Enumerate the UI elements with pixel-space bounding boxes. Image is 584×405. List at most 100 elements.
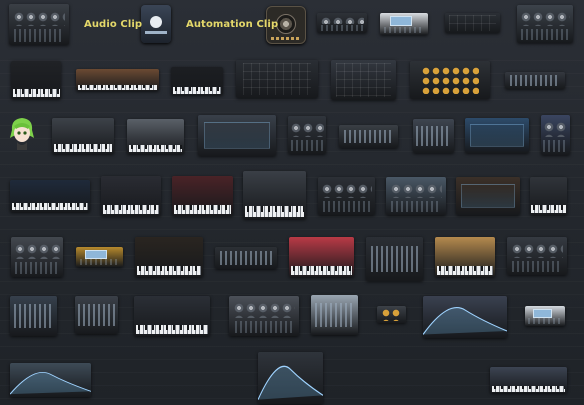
- thumb-detail: [416, 125, 451, 147]
- thumb-detail: [390, 200, 442, 212]
- thumb-detail: [258, 352, 323, 404]
- thumb-detail: [322, 200, 371, 212]
- plugin-thumb-04[interactable]: [445, 13, 500, 33]
- thumb-detail: [461, 183, 515, 209]
- plugin-thumb-32[interactable]: [215, 247, 277, 269]
- thumb-detail: [543, 139, 568, 152]
- plugin-thumb-06[interactable]: [11, 61, 61, 99]
- thumb-detail: [13, 304, 54, 328]
- thumb-detail: [244, 206, 305, 217]
- thumb-detail: [128, 144, 183, 153]
- thumb-detail: [528, 318, 562, 325]
- thumb-detail: [381, 308, 402, 321]
- plugin-thumb-21[interactable]: [10, 180, 90, 212]
- thumb-detail: [219, 251, 273, 265]
- thumb-detail: [78, 303, 115, 327]
- plugin-thumb-18[interactable]: [413, 119, 454, 153]
- plugin-picker-overlay: Audio Clip Automation Clip: [0, 0, 584, 405]
- plugin-thumb-42[interactable]: [377, 306, 406, 323]
- plugin-thumb-37[interactable]: [10, 296, 57, 336]
- plugin-thumb-40[interactable]: [229, 296, 299, 336]
- thumb-detail: [79, 259, 120, 266]
- thumb-detail: [14, 243, 60, 259]
- thumb-detail: [520, 11, 570, 26]
- plugin-thumb-20[interactable]: [541, 115, 570, 155]
- plugin-thumb-28[interactable]: [530, 177, 567, 215]
- plugin-thumb-25[interactable]: [318, 177, 375, 215]
- thumb-detail: [13, 29, 65, 42]
- plugin-thumb-15[interactable]: [198, 115, 276, 156]
- thumb-detail: [12, 10, 66, 27]
- thumb-detail: [510, 243, 564, 258]
- plugin-thumb-05[interactable]: [517, 5, 573, 43]
- thumb-detail: [509, 75, 561, 86]
- audio-clip-label[interactable]: Audio Clip: [84, 19, 142, 30]
- plugin-thumb-31[interactable]: [135, 237, 203, 277]
- plugin-thumb-47[interactable]: [490, 367, 567, 393]
- thumb-detail: [290, 266, 353, 275]
- plugin-thumb-26[interactable]: [386, 177, 446, 215]
- plugin-thumb-09[interactable]: [236, 60, 318, 98]
- plugin-thumb-17[interactable]: [339, 125, 398, 148]
- plugin-thumb-01[interactable]: [9, 4, 69, 45]
- plugin-thumb-19[interactable]: [465, 118, 529, 153]
- thumb-detail: [343, 129, 394, 144]
- thumb-detail: [389, 183, 443, 198]
- plugin-thumb-34[interactable]: [366, 237, 423, 281]
- plugin-thumb-22[interactable]: [101, 176, 161, 216]
- thumb-detail: [233, 302, 295, 318]
- plugin-thumb-23[interactable]: [172, 176, 233, 216]
- plugin-thumb-27[interactable]: [456, 177, 520, 215]
- plugin-thumb-35[interactable]: [435, 237, 495, 277]
- thumb-detail: [370, 245, 419, 273]
- thumb-detail: [421, 66, 479, 94]
- plugin-thumb-16[interactable]: [288, 116, 326, 154]
- thumb-detail: [136, 325, 209, 334]
- plugin-thumb-46[interactable]: [258, 352, 323, 404]
- thumb-detail: [314, 303, 355, 327]
- plugin-thumb-30[interactable]: [76, 247, 123, 267]
- mascot-character-icon[interactable]: [8, 116, 36, 150]
- thumb-detail: [290, 122, 324, 137]
- plugin-thumb-11[interactable]: [410, 61, 490, 99]
- thumb-detail: [336, 63, 391, 97]
- thumb-detail: [78, 85, 157, 90]
- thumb-detail: [234, 320, 294, 333]
- thumb-detail: [204, 122, 270, 149]
- thumb-detail: [436, 266, 494, 275]
- plugin-thumb-33[interactable]: [289, 237, 354, 277]
- plugin-thumb-10[interactable]: [331, 60, 396, 100]
- plugin-thumb-13[interactable]: [52, 118, 114, 154]
- plugin-thumb-08[interactable]: [171, 67, 223, 95]
- plugin-thumb-02[interactable]: [317, 13, 367, 33]
- thumb-detail: [492, 385, 566, 392]
- plugin-thumb-12[interactable]: [505, 72, 565, 89]
- audio-clip-icon[interactable]: [141, 5, 171, 43]
- plugin-thumb-43[interactable]: [423, 296, 507, 338]
- thumb-detail: [470, 124, 524, 147]
- plugin-thumb-45[interactable]: [10, 363, 91, 397]
- plugin-thumb-14[interactable]: [127, 119, 184, 154]
- thumb-detail: [85, 250, 108, 259]
- plugin-thumb-44[interactable]: [525, 306, 565, 326]
- plugin-thumb-07[interactable]: [76, 69, 159, 91]
- thumb-detail: [531, 204, 566, 214]
- background-row: [0, 99, 584, 112]
- thumb-detail: [383, 26, 425, 34]
- thumb-detail: [242, 63, 312, 95]
- thumb-detail: [320, 16, 364, 24]
- plugin-thumb-39[interactable]: [134, 296, 210, 336]
- plugin-thumb-36[interactable]: [507, 237, 567, 275]
- thumb-detail: [389, 16, 412, 26]
- plugin-thumb-41[interactable]: [311, 295, 358, 335]
- plugin-thumb-29[interactable]: [11, 237, 63, 277]
- thumb-detail: [291, 139, 323, 151]
- thumb-detail: [173, 205, 232, 214]
- thumb-detail: [542, 121, 569, 137]
- plugin-thumb-38[interactable]: [75, 296, 118, 334]
- plugin-thumb-24[interactable]: [243, 171, 306, 219]
- plugin-thumb-03[interactable]: [380, 13, 428, 35]
- automation-clip-label[interactable]: Automation Clip: [186, 19, 278, 30]
- thumb-detail: [511, 260, 563, 272]
- thumb-detail: [172, 87, 222, 94]
